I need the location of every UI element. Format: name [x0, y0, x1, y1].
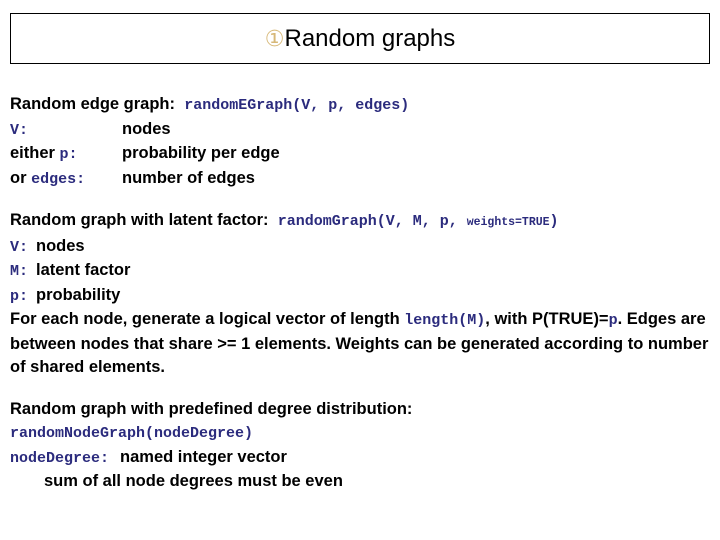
- section-random-graph-latent-factor: Random graph with latent factor: randomG…: [10, 209, 716, 380]
- param-code-nodedegree: nodeDegree:: [10, 449, 110, 467]
- section1-param-label-p: either p:: [10, 142, 122, 167]
- section3-param-label-nodedegree: nodeDegree:: [10, 446, 120, 471]
- section2-param-row-v: V: nodes: [10, 235, 716, 260]
- section1-param-row-v: V: nodes: [10, 118, 716, 143]
- circled-four-icon: ①: [264, 26, 285, 52]
- section1-heading: Random edge graph: randomEGraph(V, p, ed…: [10, 93, 716, 118]
- slide: ①Random graphs Random edge graph: random…: [0, 0, 720, 540]
- param-code-v2: V:: [10, 238, 29, 256]
- section3-heading: Random graph with predefined degree dist…: [10, 399, 413, 418]
- section3-param-row-nodedegree: nodeDegree: named integer vector: [10, 446, 716, 471]
- section3-param-desc-nodedegree: named integer vector: [120, 447, 287, 466]
- section1-param-desc-v: nodes: [122, 119, 171, 138]
- param-prefix-or: or: [10, 168, 32, 187]
- section2-heading-code-main: randomGraph(V, M, p,: [277, 213, 467, 230]
- section2-heading: Random graph with latent factor: randomG…: [10, 209, 716, 235]
- param-code-edges: edges:: [31, 170, 86, 188]
- section2-param-label-p: p:: [10, 284, 36, 309]
- paragraph-code-length-m: length(M): [404, 312, 486, 329]
- section2-param-label-m: M:: [10, 259, 36, 284]
- section2-param-desc-p: probability: [36, 285, 121, 304]
- paragraph-code-p: p: [608, 312, 618, 329]
- section2-param-desc-v: nodes: [36, 236, 85, 255]
- section-random-edge-graph: Random edge graph: randomEGraph(V, p, ed…: [10, 93, 716, 191]
- paragraph-part2: , with P(TRUE)=: [485, 310, 609, 328]
- section2-param-desc-m: latent factor: [36, 261, 131, 279]
- param-code-p2: p:: [10, 287, 29, 305]
- section2-param-row-p: p: probability: [10, 284, 716, 309]
- section1-param-label-v: V:: [10, 118, 122, 143]
- section3-code-line: randomNodeGraph(nodeDegree): [10, 421, 716, 446]
- section1-param-desc-edges: number of edges: [122, 168, 255, 187]
- section1-param-row-p: either p: probability per edge: [10, 142, 716, 167]
- section2-heading-code-close: ): [549, 213, 559, 230]
- slide-title-box: ①Random graphs: [10, 13, 710, 64]
- section1-heading-code: randomEGraph(V, p, edges): [184, 97, 410, 114]
- section1-param-label-edges: or edges:: [10, 167, 122, 192]
- page-title: ①Random graphs: [264, 24, 456, 52]
- section3-code: randomNodeGraph(nodeDegree): [10, 425, 254, 442]
- slide-body: Random edge graph: randomEGraph(V, p, ed…: [10, 93, 716, 494]
- section1-heading-label: Random edge graph:: [10, 95, 176, 113]
- paragraph-part1: For each node, generate a logical vector…: [10, 310, 405, 328]
- param-code-v: V:: [10, 121, 29, 139]
- param-code-m: M:: [10, 263, 29, 280]
- param-code-p: p:: [59, 146, 78, 163]
- section2-description-paragraph: For each node, generate a logical vector…: [10, 308, 710, 380]
- section1-param-desc-p: probability per edge: [122, 144, 280, 162]
- section-random-node-graph: Random graph with predefined degree dist…: [10, 398, 716, 494]
- page-title-text: Random graphs: [284, 24, 456, 52]
- section1-param-row-edges: or edges: number of edges: [10, 167, 716, 192]
- section2-heading-code-weights: weights=TRUE: [466, 216, 550, 229]
- section3-note: sum of all node degrees must be even: [44, 472, 343, 490]
- section2-heading-label: Random graph with latent factor:: [10, 211, 269, 229]
- section2-param-row-m: M: latent factor: [10, 259, 716, 284]
- section2-param-label-v: V:: [10, 235, 36, 260]
- param-prefix-either: either: [10, 144, 60, 162]
